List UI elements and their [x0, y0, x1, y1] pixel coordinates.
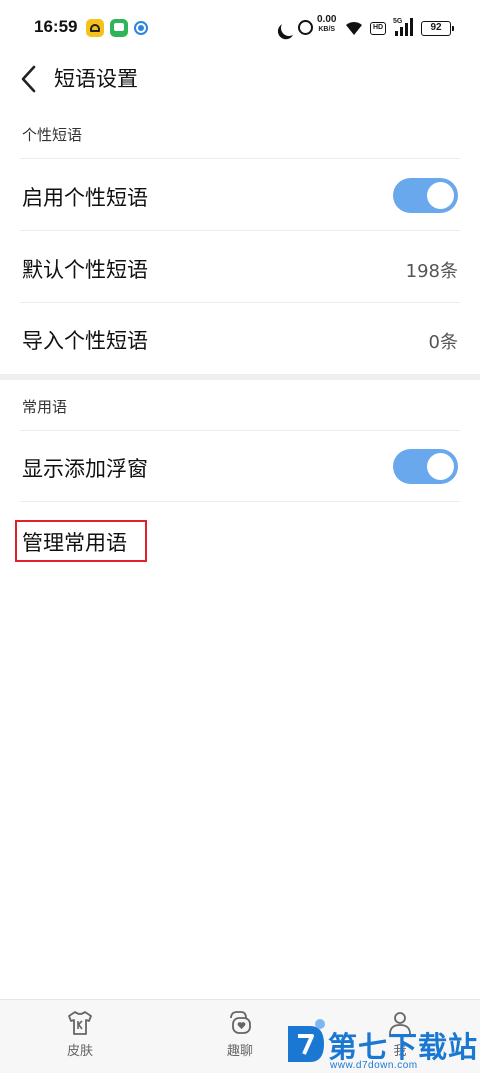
- network-type: 5G: [393, 18, 403, 25]
- watermark-logo-icon: [288, 1019, 325, 1062]
- import-personal-phrases-count: 0条: [428, 332, 458, 353]
- watermark-url: www.d7down.com: [330, 1060, 418, 1071]
- default-personal-phrases-row[interactable]: 默认个性短语 198条: [0, 232, 480, 303]
- network-speed-value: 0.00: [317, 14, 337, 25]
- status-bar: 16:59 0.00 KB/S HD 5G 92: [0, 0, 480, 58]
- show-float-window-label: 显示添加浮窗: [22, 457, 148, 481]
- chat-bubble-icon: [225, 1008, 255, 1038]
- do-not-disturb-icon: [279, 18, 300, 39]
- nav-tab-skin[interactable]: 皮肤: [40, 1008, 120, 1059]
- section-heading-personal: 个性短语: [22, 126, 83, 144]
- status-time: 16:59: [34, 17, 78, 36]
- network-speed-unit: KB/S: [318, 26, 336, 33]
- show-float-window-toggle[interactable]: [393, 449, 458, 484]
- toggle-knob: [427, 453, 454, 480]
- back-button[interactable]: [16, 62, 46, 96]
- page-title: 短语设置: [54, 67, 138, 91]
- network-speed: 0.00 KB/S: [317, 15, 336, 39]
- toggle-knob: [427, 182, 454, 209]
- watermark: 第七下载站 www.d7down.com: [284, 1014, 480, 1072]
- battery-icon: 92: [421, 21, 454, 36]
- nav-label-skin: 皮肤: [66, 1044, 93, 1059]
- default-personal-phrases-count: 198条: [405, 261, 458, 282]
- enable-personal-phrases-row[interactable]: 启用个性短语: [0, 160, 480, 231]
- hd-icon: HD: [370, 22, 386, 35]
- show-float-window-row[interactable]: 显示添加浮窗: [0, 431, 480, 502]
- message-notification-icon: [110, 19, 128, 37]
- app-notification-icon: [86, 19, 104, 37]
- chevron-left-icon: [21, 65, 36, 93]
- default-personal-phrases-label: 默认个性短语: [22, 258, 148, 282]
- nav-tab-chat[interactable]: 趣聊: [200, 1008, 280, 1059]
- enable-personal-phrases-label: 启用个性短语: [22, 186, 148, 210]
- import-personal-phrases-label: 导入个性短语: [22, 329, 148, 353]
- section-heading-common: 常用语: [22, 398, 68, 416]
- page-header: 短语设置: [0, 58, 480, 106]
- tshirt-icon: [65, 1008, 95, 1038]
- divider: [20, 501, 460, 502]
- manage-common-phrases-item[interactable]: 管理常用语: [22, 527, 127, 557]
- app-dot-icon: [134, 21, 148, 35]
- enable-personal-phrases-toggle[interactable]: [393, 178, 458, 213]
- divider: [20, 230, 460, 231]
- signal-icon: 5G: [393, 18, 415, 36]
- wifi-icon: [345, 20, 363, 36]
- section-separator: [0, 374, 480, 380]
- divider: [20, 158, 460, 159]
- import-personal-phrases-row[interactable]: 导入个性短语 0条: [0, 303, 480, 374]
- alarm-icon: [298, 20, 313, 35]
- nav-label-chat: 趣聊: [226, 1044, 253, 1059]
